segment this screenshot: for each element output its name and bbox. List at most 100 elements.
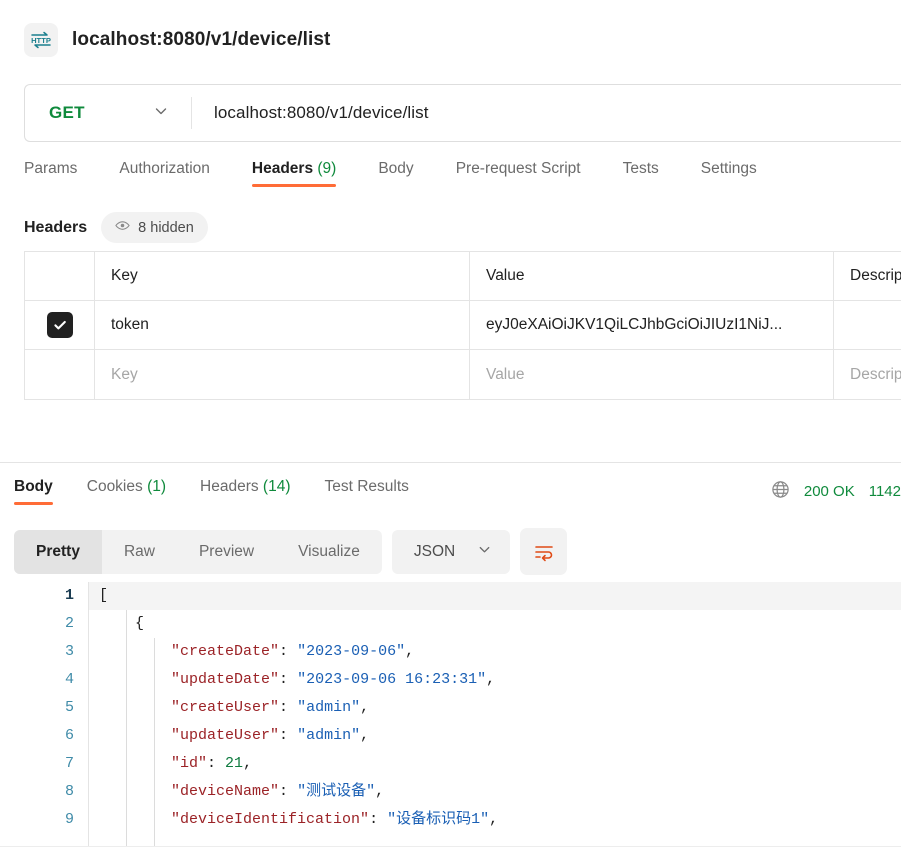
- response-tab-headers[interactable]: Headers (14): [200, 478, 290, 505]
- headers-section-title: Headers: [24, 218, 88, 236]
- code-content[interactable]: [ { "createDate": "2023-09-06", "updateD…: [88, 582, 901, 847]
- line-number: 6: [64, 727, 74, 744]
- headers-subsection: Headers 8 hidden: [24, 212, 208, 243]
- code-token: "updateUser": [171, 727, 280, 744]
- response-tab-test-results[interactable]: Test Results: [325, 478, 409, 505]
- response-tab-cookies-count: (1): [147, 478, 167, 495]
- code-token: ,: [489, 811, 499, 828]
- line-number: 9: [64, 811, 74, 828]
- code-token: "admin": [297, 699, 361, 716]
- chevron-down-icon: [153, 103, 169, 124]
- response-tab-body[interactable]: Body: [14, 478, 53, 505]
- code-line[interactable]: [: [89, 582, 901, 610]
- tab-tests-label: Tests: [622, 160, 659, 177]
- code-token: "createDate": [171, 643, 280, 660]
- word-wrap-icon[interactable]: [520, 528, 568, 575]
- method-label: GET: [49, 103, 85, 122]
- tab-pre-request-script[interactable]: Pre-request Script: [456, 160, 581, 187]
- response-tab-body-label: Body: [14, 478, 53, 495]
- url-input[interactable]: localhost:8080/v1/device/list: [192, 85, 901, 141]
- tab-headers-label: Headers: [251, 160, 314, 177]
- response-tab-cookies[interactable]: Cookies (1): [87, 478, 166, 505]
- line-number: 3: [64, 643, 74, 660]
- code-line[interactable]: "createDate": "2023-09-06",: [89, 638, 901, 666]
- code-token: :: [279, 783, 298, 800]
- status-badge: 200 OK: [803, 483, 855, 500]
- format-selector-label: JSON: [413, 542, 456, 560]
- line-number: 8: [64, 783, 74, 800]
- view-mode-preview[interactable]: Preview: [177, 530, 276, 574]
- page-title: localhost:8080/v1/device/list: [72, 29, 331, 50]
- code-line[interactable]: "id": 21,: [89, 750, 901, 778]
- table-placeholder-row: Key Value Description: [25, 350, 901, 399]
- code-token: "createUser": [171, 699, 280, 716]
- postman-request-response-view: HTTP localhost:8080/v1/device/list GET l…: [0, 0, 901, 847]
- response-tab-headers-count: (14): [262, 478, 291, 495]
- line-number: 5: [64, 699, 74, 716]
- code-token: [: [99, 587, 109, 604]
- pane-splitter[interactable]: [0, 462, 901, 463]
- tab-params[interactable]: Params: [24, 160, 77, 187]
- code-token: "updateDate": [171, 671, 280, 688]
- code-line[interactable]: "deviceIdentification": "设备标识码1",: [89, 806, 901, 834]
- eye-icon: [115, 218, 130, 237]
- tab-body[interactable]: Body: [378, 160, 413, 187]
- code-line[interactable]: "deviceName": "测试设备",: [89, 778, 901, 806]
- tab-headers[interactable]: Headers (9): [251, 160, 337, 187]
- code-line[interactable]: "updateDate": "2023-09-06 16:23:31",: [89, 666, 901, 694]
- hidden-headers-toggle[interactable]: 8 hidden: [101, 212, 208, 243]
- line-number: 1: [64, 587, 74, 604]
- code-token: "2023-09-06 16:23:31": [297, 671, 487, 688]
- row-value-input[interactable]: eyJ0eXAiOiJKV1QiLCJhbGciOiJIUzI1NiJ...: [470, 301, 834, 349]
- tab-settings-label: Settings: [700, 160, 757, 177]
- placeholder-key-input[interactable]: Key: [95, 350, 470, 399]
- code-line[interactable]: "createUser": "admin",: [89, 694, 901, 722]
- header-cell-checkbox: [25, 252, 95, 300]
- row-description-input[interactable]: [834, 301, 901, 349]
- code-token: ,: [486, 671, 496, 688]
- code-token: "设备标识码1": [387, 811, 490, 828]
- globe-icon: [771, 480, 790, 503]
- tab-tests[interactable]: Tests: [623, 160, 659, 187]
- line-number: 7: [64, 755, 74, 772]
- view-mode-raw[interactable]: Raw: [102, 530, 177, 574]
- method-selector[interactable]: GET: [25, 85, 191, 141]
- code-token: :: [279, 699, 298, 716]
- code-token: :: [369, 811, 388, 828]
- tab-authorization[interactable]: Authorization: [119, 160, 209, 187]
- placeholder-checkbox-cell: [25, 350, 95, 399]
- format-selector[interactable]: JSON: [391, 529, 511, 574]
- line-number: 4: [64, 671, 74, 688]
- row-checkbox[interactable]: [46, 312, 73, 338]
- code-token: "2023-09-06": [297, 643, 406, 660]
- code-token: ,: [360, 699, 370, 716]
- response-tab-cookies-label: Cookies: [86, 478, 143, 495]
- code-token: {: [135, 615, 145, 632]
- placeholder-description-input[interactable]: Description: [834, 350, 901, 399]
- code-token: ,: [243, 755, 253, 772]
- view-mode-visualize[interactable]: Visualize: [276, 530, 382, 574]
- tab-headers-count: (9): [317, 160, 337, 177]
- response-time: 1142: [868, 483, 901, 500]
- code-token: :: [279, 643, 298, 660]
- row-key-input[interactable]: token: [95, 301, 470, 349]
- code-line[interactable]: {: [89, 610, 901, 638]
- chevron-down-icon: [477, 542, 492, 562]
- hidden-headers-label: 8 hidden: [138, 219, 194, 236]
- code-token: "deviceName": [171, 783, 280, 800]
- response-tab-headers-label: Headers: [200, 478, 259, 495]
- placeholder-value-input[interactable]: Value: [470, 350, 834, 399]
- tab-settings[interactable]: Settings: [701, 160, 757, 187]
- header-cell-description: Description: [834, 252, 901, 300]
- line-number-gutter: 1 2 3 4 5 6 7 8 9: [0, 582, 88, 847]
- header-cell-value: Value: [470, 252, 834, 300]
- view-mode-segmented-control: Pretty Raw Preview Visualize: [14, 529, 382, 574]
- http-protocol-icon: HTTP: [24, 23, 58, 57]
- view-mode-pretty[interactable]: Pretty: [14, 529, 102, 574]
- response-code-viewer[interactable]: 1 2 3 4 5 6 7 8 9 [ { "createDate": "2023-09-06"…: [0, 582, 901, 847]
- code-token: 21: [225, 755, 244, 772]
- code-line[interactable]: "updateUser": "admin",: [89, 722, 901, 750]
- indent-guide: [126, 610, 127, 847]
- tab-body-label: Body: [378, 160, 414, 177]
- indent-guide: [154, 638, 155, 847]
